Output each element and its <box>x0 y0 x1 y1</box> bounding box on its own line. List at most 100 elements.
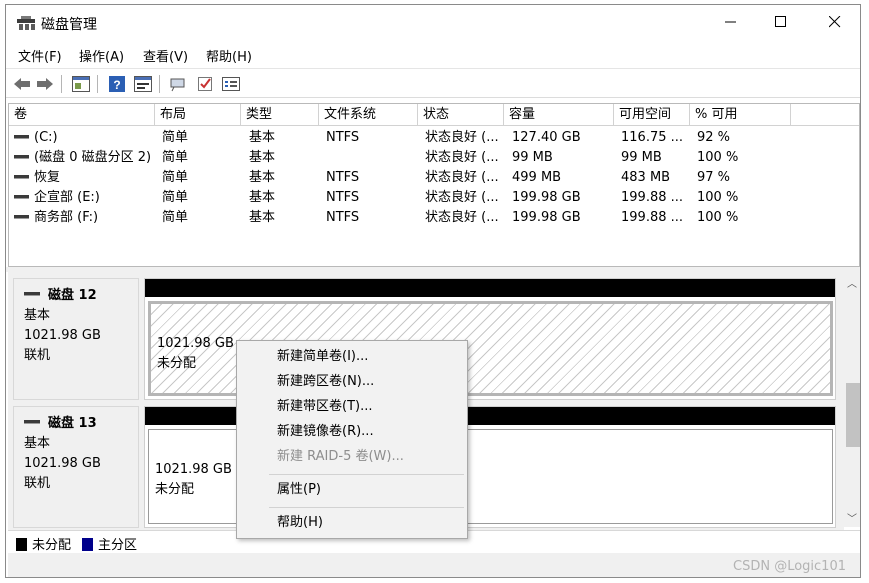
filesystem-cell: NTFS <box>326 170 360 185</box>
volume-list-header: 卷 布局 类型 文件系统 状态 容量 可用空间 % 可用 <box>9 104 859 126</box>
free-space-cell: 116.75 ... <box>621 130 684 145</box>
disk-view-icon <box>134 76 152 92</box>
menu-new-spanned-volume[interactable]: 新建跨区卷(N)... <box>277 373 374 391</box>
free-space-cell: 199.88 ... <box>621 210 684 225</box>
column-header-free-space[interactable]: 可用空间 <box>614 104 690 126</box>
disk-name: 磁盘 12 <box>24 286 138 306</box>
volume-list[interactable]: 卷 布局 类型 文件系统 状态 容量 可用空间 % 可用 (C:) 简单 基本 … <box>8 103 860 267</box>
help-button[interactable]: ? <box>106 73 128 95</box>
toolbar-separator <box>61 75 62 93</box>
menu-view[interactable]: 查看(V) <box>143 46 188 65</box>
check-icon <box>198 77 212 91</box>
check-button[interactable] <box>194 73 216 95</box>
close-button[interactable] <box>812 5 858 39</box>
scroll-up-icon[interactable]: ︿ <box>847 275 857 290</box>
free-space-cell: 99 MB <box>621 150 662 165</box>
capacity-cell: 199.98 GB <box>512 210 581 225</box>
legend-primary: 主分区 <box>82 534 137 553</box>
status-cell: 状态良好 (... <box>425 170 499 185</box>
drive-icon <box>14 194 29 199</box>
scroll-down-icon[interactable]: ﹀ <box>847 510 857 525</box>
disk-type: 基本 <box>24 308 51 323</box>
forward-arrow-icon <box>37 78 53 90</box>
type-cell: 基本 <box>249 170 276 185</box>
table-row[interactable]: (C:) 简单 基本 NTFS 状态良好 (... 127.40 GB 116.… <box>9 127 859 147</box>
disk-icon <box>24 292 40 296</box>
menu-properties[interactable]: 属性(P) <box>277 481 321 499</box>
column-header-volume[interactable]: 卷 <box>9 104 155 126</box>
menu-file[interactable]: 文件(F) <box>18 46 62 65</box>
layout-cell: 简单 <box>162 150 189 165</box>
column-header-type[interactable]: 类型 <box>241 104 319 126</box>
percent-free-cell: 100 % <box>697 190 739 205</box>
toolbar-separator <box>97 75 98 93</box>
scrollbar-thumb[interactable] <box>846 383 860 447</box>
table-row[interactable]: 恢复 简单 基本 NTFS 状态良好 (... 499 MB 483 MB 97… <box>9 167 859 187</box>
layout-cell: 简单 <box>162 170 189 185</box>
status-cell: 状态良好 (... <box>425 210 499 225</box>
maximize-icon <box>775 16 786 27</box>
filesystem-cell: NTFS <box>326 190 360 205</box>
menu-action[interactable]: 操作(A) <box>79 46 124 65</box>
table-row[interactable]: (磁盘 0 磁盘分区 2) 简单 基本 状态良好 (... 99 MB 99 M… <box>9 147 859 167</box>
volume-name: (磁盘 0 磁盘分区 2) <box>34 150 152 165</box>
context-menu: 新建简单卷(I)... 新建跨区卷(N)... 新建带区卷(T)... 新建镜像… <box>236 340 468 539</box>
column-header-layout[interactable]: 布局 <box>155 104 241 126</box>
toolbar-separator <box>159 75 160 93</box>
column-header-percent-free[interactable]: % 可用 <box>690 104 791 126</box>
properties-icon <box>222 77 240 91</box>
connect-icon <box>170 78 185 92</box>
percent-free-cell: 100 % <box>697 210 739 225</box>
disk-name-text: 磁盘 13 <box>48 416 97 431</box>
minimize-button[interactable] <box>708 5 754 39</box>
volume-cell: (C:) <box>14 128 155 147</box>
drive-icon <box>14 134 29 139</box>
disk-management-app-icon <box>17 16 35 30</box>
column-header-status[interactable]: 状态 <box>418 104 504 126</box>
type-cell: 基本 <box>249 150 276 165</box>
percent-free-cell: 97 % <box>697 170 731 185</box>
table-row[interactable]: 企宣部 (E:) 简单 基本 NTFS 状态良好 (... 199.98 GB … <box>9 187 859 207</box>
back-arrow-icon <box>14 78 30 90</box>
layout-cell: 简单 <box>162 210 189 225</box>
vertical-scrollbar[interactable]: ︿ ﹀ <box>844 272 860 527</box>
menu-new-mirrored-volume[interactable]: 新建镜像卷(R)... <box>277 423 374 441</box>
volume-view-button[interactable] <box>70 73 92 95</box>
percent-free-cell: 92 % <box>697 130 731 145</box>
volume-name: 恢复 <box>34 170 61 185</box>
percent-free-cell: 100 % <box>697 150 739 165</box>
capacity-cell: 199.98 GB <box>512 190 581 205</box>
volume-cell: (磁盘 0 磁盘分区 2) <box>14 148 155 167</box>
legend-label: 未分配 <box>32 538 72 553</box>
back-button[interactable] <box>11 73 33 95</box>
partition-state: 未分配 <box>155 482 195 497</box>
maximize-button[interactable] <box>758 5 804 39</box>
properties-button[interactable] <box>220 73 242 95</box>
watermark: CSDN @Logic101 <box>733 559 846 574</box>
partition-info: 1021.98 GB 未分配 <box>157 334 234 374</box>
drive-icon <box>14 174 29 179</box>
help-icon: ? <box>109 76 125 92</box>
window-title: 磁盘管理 <box>41 17 97 33</box>
legend-unallocated: 未分配 <box>16 534 71 553</box>
type-cell: 基本 <box>249 130 276 145</box>
partition-size: 1021.98 GB <box>155 462 232 477</box>
menu-separator <box>269 507 464 508</box>
menu-help-item[interactable]: 帮助(H) <box>277 514 323 532</box>
disk-view-button[interactable] <box>132 73 154 95</box>
column-header-filesystem[interactable]: 文件系统 <box>319 104 418 126</box>
table-row[interactable]: 商务部 (F:) 简单 基本 NTFS 状态良好 (... 199.98 GB … <box>9 207 859 227</box>
connect-button[interactable] <box>168 73 190 95</box>
menu-new-raid5-volume: 新建 RAID-5 卷(W)... <box>277 449 404 464</box>
disk-12-label[interactable]: 磁盘 12 基本 1021.98 GB 联机 <box>13 278 139 400</box>
column-header-capacity[interactable]: 容量 <box>504 104 614 126</box>
menu-help[interactable]: 帮助(H) <box>206 46 252 65</box>
menu-new-striped-volume[interactable]: 新建带区卷(T)... <box>277 398 372 416</box>
disk-name-text: 磁盘 12 <box>48 288 97 303</box>
unallocated-bar <box>145 279 835 297</box>
close-icon <box>829 16 841 28</box>
disk-13-label[interactable]: 磁盘 13 基本 1021.98 GB 联机 <box>13 406 139 528</box>
menu-new-simple-volume[interactable]: 新建简单卷(I)... <box>277 348 368 366</box>
forward-button[interactable] <box>34 73 56 95</box>
status-cell: 状态良好 (... <box>425 190 499 205</box>
